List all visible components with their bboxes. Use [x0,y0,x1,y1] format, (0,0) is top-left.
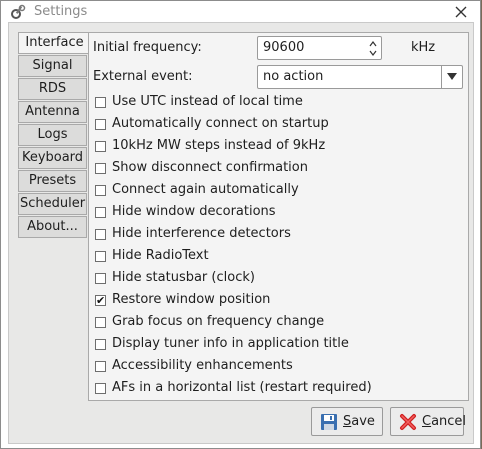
option-label: Connect again automatically [112,182,299,197]
tab-antenna[interactable]: Antenna [18,101,87,123]
tab-presets[interactable]: Presets [18,170,87,192]
checkbox-box[interactable] [95,273,106,284]
tab-label: Interface [25,35,84,50]
tab-keyboard[interactable]: Keyboard [18,147,87,169]
title-bar[interactable]: Settings [1,1,480,23]
external-event-label: External event: [93,69,193,84]
option-label: Hide statusbar (clock) [112,270,255,285]
option-label: 10kHz MW steps instead of 9kHz [112,138,326,153]
external-event-dropdown[interactable]: no action [257,65,463,89]
tab-scheduler[interactable]: Scheduler [18,193,87,215]
floppy-disk-icon [321,414,337,430]
checkbox-box[interactable] [95,207,106,218]
initial-frequency-value: 90600 [263,40,305,55]
option-label: Use UTC instead of local time [112,94,303,109]
close-icon[interactable] [452,3,470,21]
external-event-value: no action [263,69,324,84]
spin-down-icon[interactable] [368,49,378,58]
option-label: AFs in a horizontal list (restart requir… [112,380,372,395]
initial-frequency-label: Initial frequency: [93,40,202,55]
option-label: Display tuner info in application title [112,336,349,351]
tab-label: RDS [38,81,67,96]
tab-label: Logs [37,127,68,142]
checkbox-box[interactable] [95,185,106,196]
tab-label: Keyboard [21,150,84,165]
checkbox-box[interactable] [95,383,106,394]
settings-gear-icon [11,4,26,19]
checkmark-icon: ✔ [96,294,106,307]
checkbox-box[interactable]: ✔ [95,294,106,307]
checkbox-box[interactable] [95,97,106,108]
save-button[interactable]: Save [311,407,383,436]
frequency-unit-label: kHz [411,40,436,55]
option-label: Hide interference detectors [112,226,291,241]
window-title: Settings [34,4,88,19]
checkbox-box[interactable] [95,229,106,240]
checkbox-box[interactable] [95,339,106,350]
tab-rds[interactable]: RDS [18,78,87,100]
option-label: Grab focus on frequency change [112,314,325,329]
cancel-label: Cancel [422,414,467,429]
cancel-x-icon [400,414,416,430]
tab-about[interactable]: About... [18,216,87,238]
tab-interface[interactable]: Interface [18,32,90,54]
tab-label: About... [27,219,78,234]
tab-signal[interactable]: Signal [18,55,87,77]
option-label: Show disconnect confirmation [112,160,308,175]
initial-frequency-spinbox[interactable]: 90600 [257,36,382,60]
option-label: Accessibility enhancements [112,358,293,373]
dropdown-button[interactable] [441,66,462,88]
chevron-down-icon [447,73,457,80]
spin-up-icon[interactable] [368,39,378,48]
tab-logs[interactable]: Logs [18,124,87,146]
option-label: Hide window decorations [112,204,276,219]
tab-label: Signal [32,58,73,73]
checkbox-box[interactable] [95,119,106,130]
checkbox-box[interactable] [95,141,106,152]
checkbox-box[interactable] [95,361,106,372]
option-label: Automatically connect on startup [112,116,329,131]
cancel-button[interactable]: Cancel [390,407,467,436]
checkbox-box[interactable] [95,317,106,328]
save-label: Save [343,414,375,429]
checkbox-box[interactable] [95,163,106,174]
option-label: Hide RadioText [112,248,209,263]
tab-label: Scheduler [19,196,86,211]
tab-label: Presets [28,173,77,188]
option-label: Restore window position [112,292,271,307]
tab-label: Antenna [25,104,80,119]
checkbox-box[interactable] [95,251,106,262]
